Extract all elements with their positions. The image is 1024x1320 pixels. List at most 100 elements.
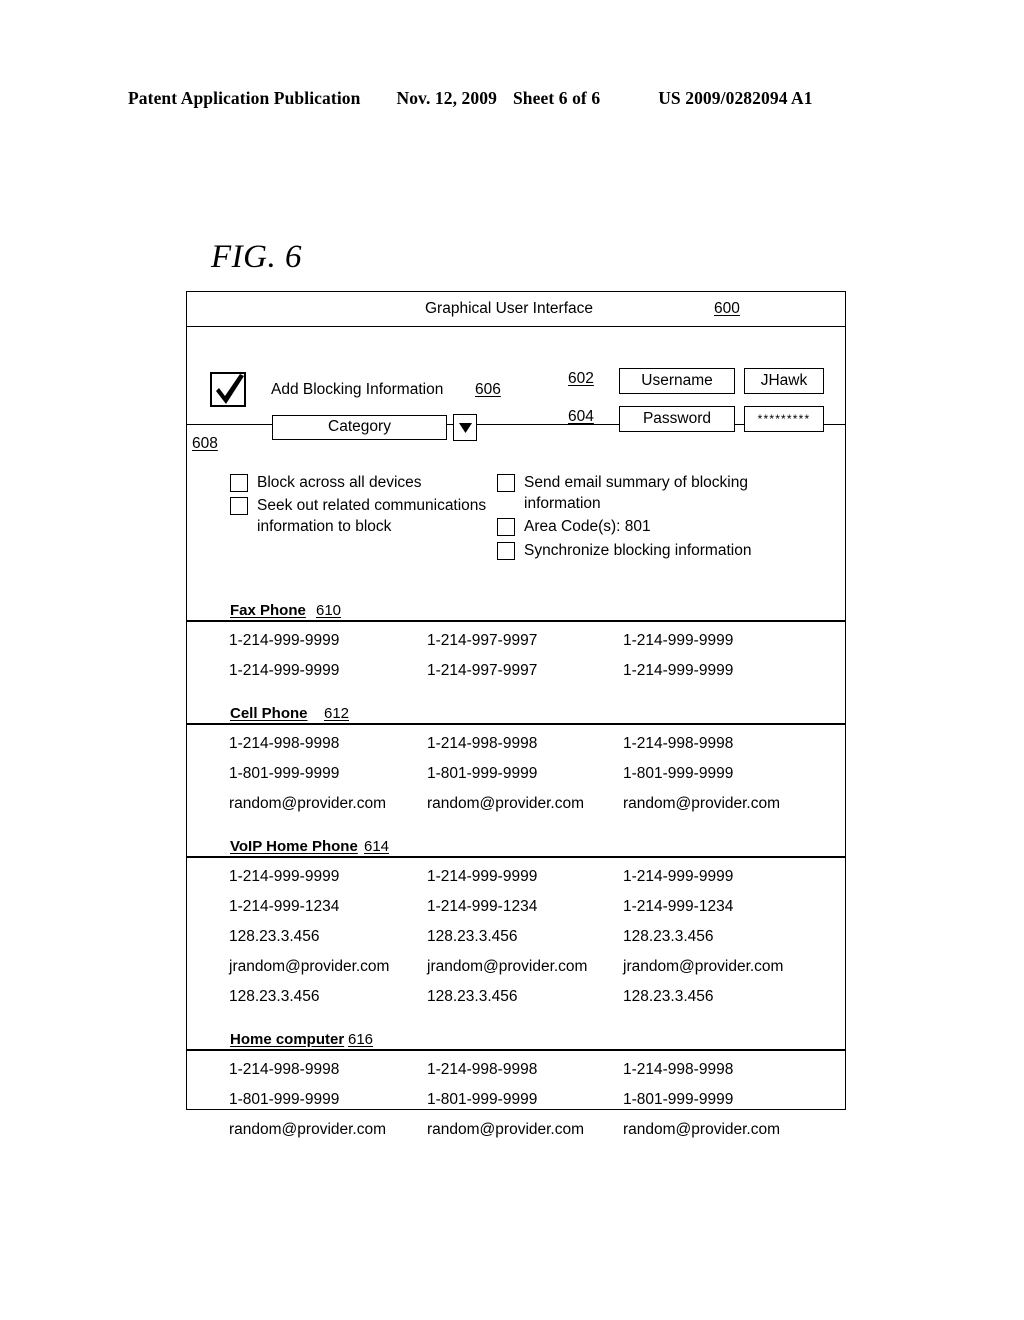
device-section-header: Fax Phone 610	[187, 598, 845, 622]
device-entry-value[interactable]: 1-214-999-9999	[229, 868, 339, 886]
device-entry-value[interactable]: jrandom@provider.com	[229, 958, 389, 976]
device-entry-value[interactable]: 1-214-998-9998	[623, 735, 733, 753]
device-section: Cell Phone 612 1-214-998-9998 1-214-998-999…	[187, 701, 845, 834]
device-entry-value[interactable]: random@provider.com	[623, 795, 780, 813]
device-entry-value[interactable]: 1-214-999-9999	[623, 632, 733, 650]
device-section-title: VoIP Home Phone	[230, 838, 358, 855]
patent-number: US 2009/0282094 A1	[658, 88, 813, 108]
device-entry-row: 1-214-998-9998 1-214-998-9998 1-214-998-99…	[187, 1061, 845, 1091]
login-section: Add Blocking Information 606 Category 60…	[187, 327, 845, 441]
option-seek-out-related-communications[interactable]: Seek out related communications informat…	[230, 495, 495, 537]
device-section-header: Cell Phone 612	[187, 701, 845, 725]
option-synchronize-blocking-information[interactable]: Synchronize blocking information	[497, 540, 797, 561]
publication-date: Nov. 12, 2009	[396, 88, 497, 108]
device-entry-value[interactable]: 1-801-999-9999	[427, 765, 537, 783]
device-section-header: VoIP Home Phone 614	[187, 834, 845, 858]
device-entry-value[interactable]: 1-214-999-9999	[623, 868, 733, 886]
blocking-options-section: 608 Block across all devices Seek out re…	[187, 425, 845, 598]
device-entry-row: 1-214-999-9999 1-214-997-9997 1-214-999-99…	[187, 662, 845, 692]
device-entry-value[interactable]: random@provider.com	[623, 1121, 780, 1139]
device-entry-row: 128.23.3.456 128.23.3.456 128.23.3.456	[187, 928, 845, 958]
device-entry-value[interactable]: random@provider.com	[427, 1121, 584, 1139]
device-entry-row: 1-214-998-9998 1-214-998-9998 1-214-998-99…	[187, 735, 845, 765]
device-section-title: Home computer	[230, 1031, 345, 1048]
reference-numeral-602: 602	[568, 370, 594, 387]
reference-numeral-600: 600	[714, 300, 740, 317]
checkbox-icon[interactable]	[497, 542, 515, 560]
option-label: Synchronize blocking information	[524, 542, 752, 559]
device-entry-row: 1-801-999-9999 1-801-999-9999 1-801-999-99…	[187, 1091, 845, 1121]
device-entry-value[interactable]: 1-214-997-9997	[427, 662, 537, 680]
device-entry-value[interactable]: 1-214-999-1234	[427, 898, 537, 916]
checkbox-icon[interactable]	[497, 518, 515, 536]
device-entry-row: random@provider.com random@provider.com ra…	[187, 795, 845, 825]
device-entry-row: 1-214-999-9999 1-214-997-9997 1-214-999-99…	[187, 632, 845, 662]
device-entry-value[interactable]: 1-214-999-9999	[229, 632, 339, 650]
device-entry-value[interactable]: 1-214-999-1234	[623, 898, 733, 916]
reference-numeral-604: 604	[568, 408, 594, 425]
device-entry-value[interactable]: jrandom@provider.com	[623, 958, 783, 976]
device-entry-value[interactable]: 1-801-999-9999	[229, 765, 339, 783]
device-section-reference-numeral: 614	[364, 838, 390, 855]
sheet-number: Sheet 6 of 6	[512, 88, 601, 108]
device-entry-value[interactable]: random@provider.com	[427, 795, 584, 813]
patent-page-header: Patent Application Publication Nov. 12, …	[128, 88, 896, 109]
device-entry-value[interactable]: 128.23.3.456	[427, 988, 518, 1006]
options-left-column: Block across all devices Seek out relate…	[230, 472, 495, 539]
device-section: VoIP Home Phone 614 1-214-999-9999 1-214-99…	[187, 834, 845, 1027]
device-entry-value[interactable]: 1-801-999-9999	[623, 1091, 733, 1109]
device-section-reference-numeral: 610	[316, 602, 342, 619]
device-sections: Fax Phone 610 1-214-999-9999 1-214-997-9997…	[187, 598, 845, 1160]
device-entry-value[interactable]: 1-801-999-9999	[427, 1091, 537, 1109]
checkbox-icon[interactable]	[497, 474, 515, 492]
device-entry-row: 128.23.3.456 128.23.3.456 128.23.3.456	[187, 988, 845, 1018]
checkbox-icon[interactable]	[230, 497, 248, 515]
device-entry-value[interactable]: 1-214-999-9999	[229, 662, 339, 680]
device-entry-value[interactable]: random@provider.com	[229, 1121, 386, 1139]
device-entry-value[interactable]: 128.23.3.456	[623, 928, 714, 946]
device-entry-value[interactable]: random@provider.com	[229, 795, 386, 813]
device-entry-value[interactable]: 1-214-998-9998	[229, 735, 339, 753]
option-send-email-summary[interactable]: Send email summary of blocking informati…	[497, 472, 797, 514]
option-label: Block across all devices	[257, 474, 422, 491]
device-entry-value[interactable]: 128.23.3.456	[427, 928, 518, 946]
device-entry-row: 1-214-999-1234 1-214-999-1234 1-214-999-12…	[187, 898, 845, 928]
add-blocking-checkbox[interactable]	[210, 372, 246, 407]
device-entry-value[interactable]: 1-214-999-1234	[229, 898, 339, 916]
option-label: Area Code(s): 801	[524, 518, 651, 535]
device-section-title: Fax Phone	[230, 602, 306, 619]
page-title: Graphical User Interface	[425, 300, 593, 317]
device-entry-value[interactable]: 1-214-999-9999	[427, 868, 537, 886]
publication-label: Patent Application Publication	[128, 88, 361, 108]
device-entry-row: 1-214-999-9999 1-214-999-9999 1-214-999-99…	[187, 868, 845, 898]
option-block-across-all-devices[interactable]: Block across all devices	[230, 472, 495, 493]
device-entry-value[interactable]: 1-214-998-9998	[623, 1061, 733, 1079]
device-entry-value[interactable]: 1-214-998-9998	[427, 1061, 537, 1079]
device-entry-list: 1-214-998-9998 1-214-998-9998 1-214-998-99…	[187, 725, 845, 834]
device-section: Home computer 616 1-214-998-9998 1-214-998-…	[187, 1027, 845, 1160]
device-entry-value[interactable]: 1-214-997-9997	[427, 632, 537, 650]
device-entry-value[interactable]: 128.23.3.456	[623, 988, 714, 1006]
device-entry-row: random@provider.com random@provider.com ra…	[187, 1121, 845, 1151]
device-entry-value[interactable]: 128.23.3.456	[229, 928, 320, 946]
figure-label: FIG. 6	[211, 239, 302, 275]
reference-numeral-608: 608	[192, 435, 218, 452]
add-blocking-information-label: Add Blocking Information	[271, 381, 444, 398]
device-entry-list: 1-214-999-9999 1-214-997-9997 1-214-999-99…	[187, 622, 845, 701]
device-entry-value[interactable]: 1-214-999-9999	[623, 662, 733, 680]
option-label: Send email summary of blocking informati…	[524, 474, 748, 512]
device-section-title: Cell Phone	[230, 705, 308, 722]
username-label: Username	[619, 368, 735, 394]
device-entry-value[interactable]: 1-801-999-9999	[229, 1091, 339, 1109]
device-entry-value[interactable]: 128.23.3.456	[229, 988, 320, 1006]
username-input[interactable]: JHawk	[744, 368, 824, 394]
device-entry-row: 1-801-999-9999 1-801-999-9999 1-801-999-99…	[187, 765, 845, 795]
device-entry-list: 1-214-999-9999 1-214-999-9999 1-214-999-99…	[187, 858, 845, 1027]
device-section: Fax Phone 610 1-214-999-9999 1-214-997-9997…	[187, 598, 845, 701]
device-entry-value[interactable]: 1-214-998-9998	[229, 1061, 339, 1079]
option-area-codes[interactable]: Area Code(s): 801	[497, 516, 797, 537]
device-entry-value[interactable]: 1-801-999-9999	[623, 765, 733, 783]
device-entry-value[interactable]: jrandom@provider.com	[427, 958, 587, 976]
device-entry-value[interactable]: 1-214-998-9998	[427, 735, 537, 753]
checkbox-icon[interactable]	[230, 474, 248, 492]
